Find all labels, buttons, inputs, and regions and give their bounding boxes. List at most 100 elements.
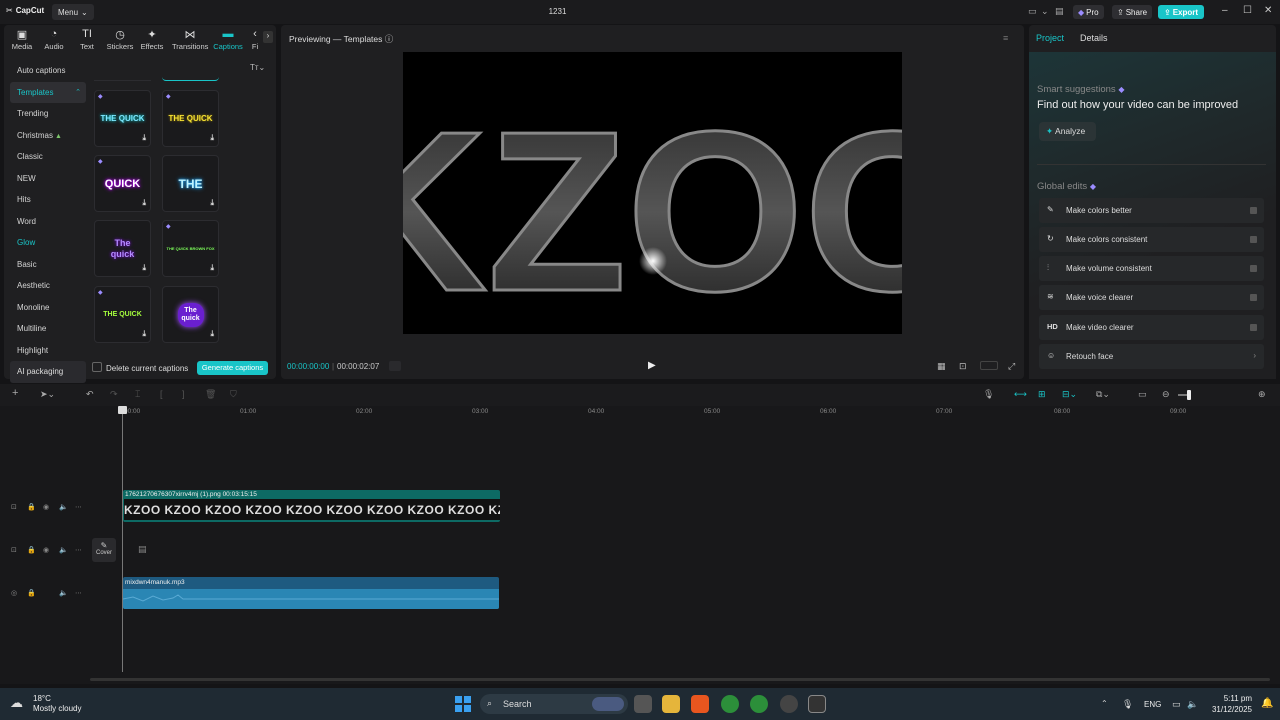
- text-style-filter-icon[interactable]: Tᴛ⌄: [250, 63, 265, 72]
- timecode-toggle-icon[interactable]: [389, 361, 401, 371]
- video-canvas[interactable]: KZOO: [403, 52, 902, 334]
- zoom-fit-timeline-icon[interactable]: ⊕: [1258, 389, 1266, 400]
- file-explorer-icon[interactable]: [662, 695, 680, 713]
- snap-icon[interactable]: ⊟⌄: [1062, 389, 1077, 400]
- analyze-button[interactable]: ✦ Analyze: [1039, 122, 1096, 141]
- template-card[interactable]: THE ⤓: [162, 155, 219, 212]
- template-card[interactable]: ◆ THE QUICK BROWN FOX ⤓: [162, 220, 219, 277]
- download-icon[interactable]: ⤓: [142, 133, 146, 143]
- undo-icon[interactable]: ↶: [86, 389, 94, 400]
- delete-icon[interactable]: 🗑: [205, 389, 216, 400]
- minimize-icon[interactable]: –: [1222, 5, 1228, 16]
- download-icon[interactable]: ⤓: [142, 198, 146, 208]
- select-tool-icon[interactable]: ➤⌄: [40, 389, 55, 400]
- preview-axis-icon[interactable]: ⧉⌄: [1096, 389, 1110, 400]
- toggle[interactable]: [1250, 207, 1257, 214]
- tab-details[interactable]: Details: [1080, 33, 1108, 43]
- delete-captions-checkbox[interactable]: [92, 362, 102, 372]
- task-view-icon[interactable]: [634, 695, 652, 713]
- tab-text[interactable]: TI Text: [71, 28, 103, 51]
- toggle[interactable]: [1250, 236, 1257, 243]
- category-templates[interactable]: Templates ⌃: [10, 81, 86, 103]
- category-glow[interactable]: Glow: [10, 232, 86, 254]
- capcut-taskbar-icon[interactable]: [808, 695, 826, 713]
- cover-button[interactable]: ✎ Cover: [92, 538, 116, 562]
- trim-right-icon[interactable]: ]: [182, 389, 185, 399]
- tabs-scroll-right-icon[interactable]: ›: [263, 31, 273, 43]
- category-ai-packaging[interactable]: AI packaging: [10, 361, 86, 383]
- more-icon[interactable]: ⋯: [75, 503, 82, 511]
- trim-left-icon[interactable]: [: [160, 389, 163, 399]
- download-icon[interactable]: ⤓: [210, 329, 214, 339]
- chevron-down-icon[interactable]: ⌄: [1041, 6, 1049, 17]
- lock-icon[interactable]: 🔒: [27, 503, 36, 511]
- windows-start-icon[interactable]: [455, 696, 471, 712]
- category-word[interactable]: Word: [10, 211, 86, 233]
- aspect-ratio-icon[interactable]: ▦: [937, 361, 946, 372]
- volume-icon[interactable]: 🔈: [59, 589, 68, 597]
- weather-desc[interactable]: Mostly cloudy: [33, 704, 81, 713]
- tab-filters[interactable]: ‹ Fi: [248, 28, 262, 51]
- timeline-scrollbar[interactable]: [90, 678, 1270, 681]
- info-icon[interactable]: ⓘ: [385, 34, 394, 44]
- preview-menu-icon[interactable]: ≡: [1003, 33, 1008, 43]
- generate-captions-button[interactable]: Generate captions: [197, 361, 268, 375]
- network-icon[interactable]: ▭: [1172, 699, 1181, 710]
- lock-icon[interactable]: 🔒: [27, 589, 36, 597]
- category-basic[interactable]: Basic: [10, 254, 86, 276]
- tab-captions[interactable]: ▬ Captions: [211, 28, 245, 51]
- tab-media[interactable]: ▣ Media: [6, 28, 38, 51]
- category-monoline[interactable]: Monoline: [10, 297, 86, 319]
- edit-make-colors-consistent[interactable]: ↻ Make colors consistent: [1039, 227, 1264, 252]
- template-card[interactable]: ◆ THE QUICK ⤓: [162, 90, 219, 147]
- toggle[interactable]: [1250, 265, 1257, 272]
- template-thumb-partial[interactable]: [94, 75, 151, 81]
- template-card[interactable]: The quick ⤓: [94, 220, 151, 277]
- zoom-slider-handle[interactable]: [1187, 390, 1191, 400]
- tab-transitions[interactable]: ⋈ Transitions: [172, 28, 208, 51]
- tab-stickers[interactable]: ◷ Stickers: [104, 28, 136, 51]
- playhead-handle[interactable]: [118, 406, 127, 414]
- chevron-up-icon[interactable]: ⌃: [1101, 699, 1108, 708]
- more-icon[interactable]: ⋯: [75, 589, 82, 597]
- edit-make-colors-better[interactable]: ✎ Make colors better: [1039, 198, 1264, 223]
- export-button[interactable]: ⇪ Export: [1158, 5, 1205, 19]
- quality-icon[interactable]: [980, 361, 998, 370]
- toggle[interactable]: [1250, 324, 1257, 331]
- add-icon[interactable]: +: [12, 387, 18, 399]
- category-christmas[interactable]: Christmas ▲: [10, 125, 86, 147]
- chrome-icon[interactable]: [750, 695, 768, 713]
- category-auto-captions[interactable]: Auto captions: [10, 60, 86, 82]
- chrome-icon[interactable]: [721, 695, 739, 713]
- category-multiline[interactable]: Multiline: [10, 318, 86, 340]
- eye-icon[interactable]: ◉: [43, 546, 49, 554]
- close-icon[interactable]: ✕: [1264, 5, 1272, 16]
- edit-make-voice-clearer[interactable]: ≋ Make voice clearer: [1039, 285, 1264, 310]
- shield-icon[interactable]: ⛉: [230, 389, 237, 400]
- clock-date[interactable]: 31/12/2025: [1202, 705, 1252, 714]
- maximize-icon[interactable]: ☐: [1243, 5, 1252, 16]
- shortcuts-icon[interactable]: ▤: [1055, 6, 1064, 17]
- pro-button[interactable]: ◆ Pro: [1073, 5, 1104, 19]
- toggle[interactable]: [1250, 294, 1257, 301]
- redo-icon[interactable]: ↷: [110, 389, 118, 400]
- play-icon[interactable]: ▶: [648, 360, 656, 371]
- caption-icon[interactable]: ▭: [1138, 389, 1147, 400]
- category-new[interactable]: NEW: [10, 168, 86, 190]
- download-icon[interactable]: ⤓: [210, 133, 214, 143]
- lock-icon[interactable]: 🔒: [27, 546, 36, 554]
- link-clips-icon[interactable]: ⟷: [1014, 389, 1027, 400]
- microphone-icon[interactable]: 🎙: [983, 389, 994, 400]
- app-icon[interactable]: [691, 695, 709, 713]
- zoom-fit-icon[interactable]: ⊡: [959, 361, 967, 372]
- app-icon[interactable]: [780, 695, 798, 713]
- template-card[interactable]: ◆ THE QUICK ⤓: [94, 90, 151, 147]
- edit-make-volume-consistent[interactable]: ⫶ Make volume consistent: [1039, 256, 1264, 281]
- notification-icon[interactable]: 🔔: [1261, 698, 1273, 709]
- download-icon[interactable]: ⤓: [210, 198, 214, 208]
- category-hits[interactable]: Hits: [10, 189, 86, 211]
- edit-retouch-face[interactable]: ☺ Retouch face ›: [1039, 344, 1264, 369]
- tab-effects[interactable]: ✦ Effects: [136, 28, 168, 51]
- layout-icon[interactable]: ▭: [1028, 6, 1037, 17]
- split-icon[interactable]: ⌶: [135, 389, 140, 400]
